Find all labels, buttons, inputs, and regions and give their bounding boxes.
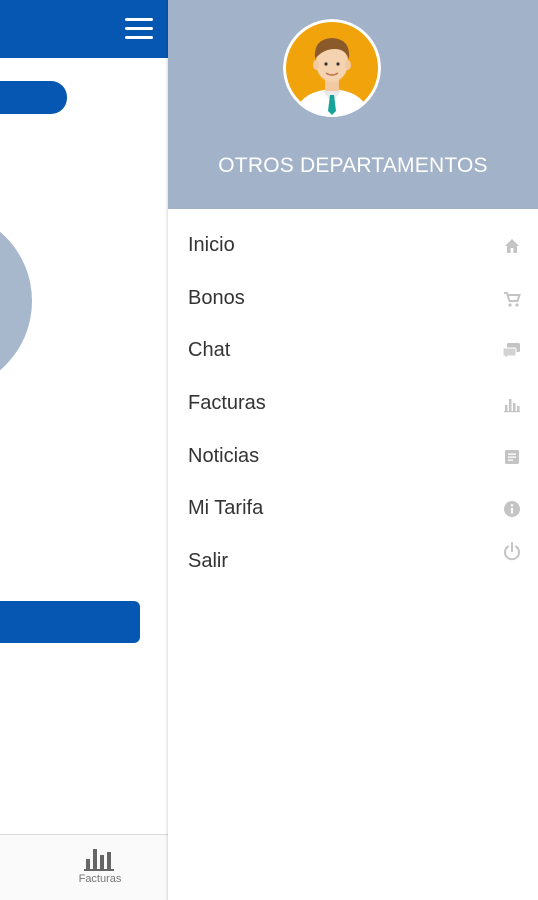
main-app-screen: Facturas	[0, 0, 168, 900]
bottom-nav-label: Facturas	[78, 873, 122, 885]
menu-item-bonos[interactable]: Bonos	[168, 272, 538, 325]
news-icon	[505, 449, 519, 464]
info-icon	[504, 501, 520, 518]
menu-item-noticias[interactable]: Noticias	[168, 430, 538, 483]
profile-circle	[0, 210, 32, 392]
menu-item-inicio[interactable]: Inicio	[168, 219, 538, 272]
navigation-drawer: OTROS DEPARTAMENTOS Inicio Bonos Chat Fa…	[168, 0, 538, 900]
bottom-navigation: Facturas	[0, 834, 168, 900]
drawer-title: OTROS DEPARTAMENTOS	[218, 154, 488, 177]
cart-icon	[504, 291, 521, 307]
drawer-menu: Inicio Bonos Chat Facturas Noticias Mi T…	[168, 219, 538, 588]
menu-item-label: Salir	[188, 550, 229, 573]
bottom-nav-facturas[interactable]: Facturas	[72, 843, 128, 885]
chat-icon	[502, 343, 520, 361]
avatar	[283, 19, 381, 117]
drawer-header: OTROS DEPARTAMENTOS	[168, 0, 538, 209]
menu-item-label: Mi Tarifa	[188, 497, 264, 520]
businessman-avatar-icon	[283, 19, 381, 117]
menu-item-chat[interactable]: Chat	[168, 324, 538, 377]
menu-item-label: Bonos	[188, 286, 245, 309]
menu-item-label: Chat	[188, 339, 231, 362]
home-icon	[505, 239, 519, 253]
menu-item-mi-tarifa[interactable]: Mi Tarifa	[168, 482, 538, 535]
power-icon	[504, 542, 520, 561]
menu-item-label: Noticias	[188, 444, 260, 467]
menu-item-label: Inicio	[188, 234, 235, 256]
bar-chart-icon	[84, 849, 114, 871]
bar-chart-icon	[504, 399, 520, 413]
menu-item-label: Facturas	[188, 392, 266, 415]
menu-item-salir[interactable]: Salir	[168, 535, 538, 588]
top-app-bar	[0, 0, 168, 58]
menu-icon[interactable]	[125, 18, 153, 40]
menu-item-facturas[interactable]: Facturas	[168, 377, 538, 430]
primary-action-button[interactable]	[0, 601, 140, 643]
blue-pill-button[interactable]	[0, 81, 67, 114]
